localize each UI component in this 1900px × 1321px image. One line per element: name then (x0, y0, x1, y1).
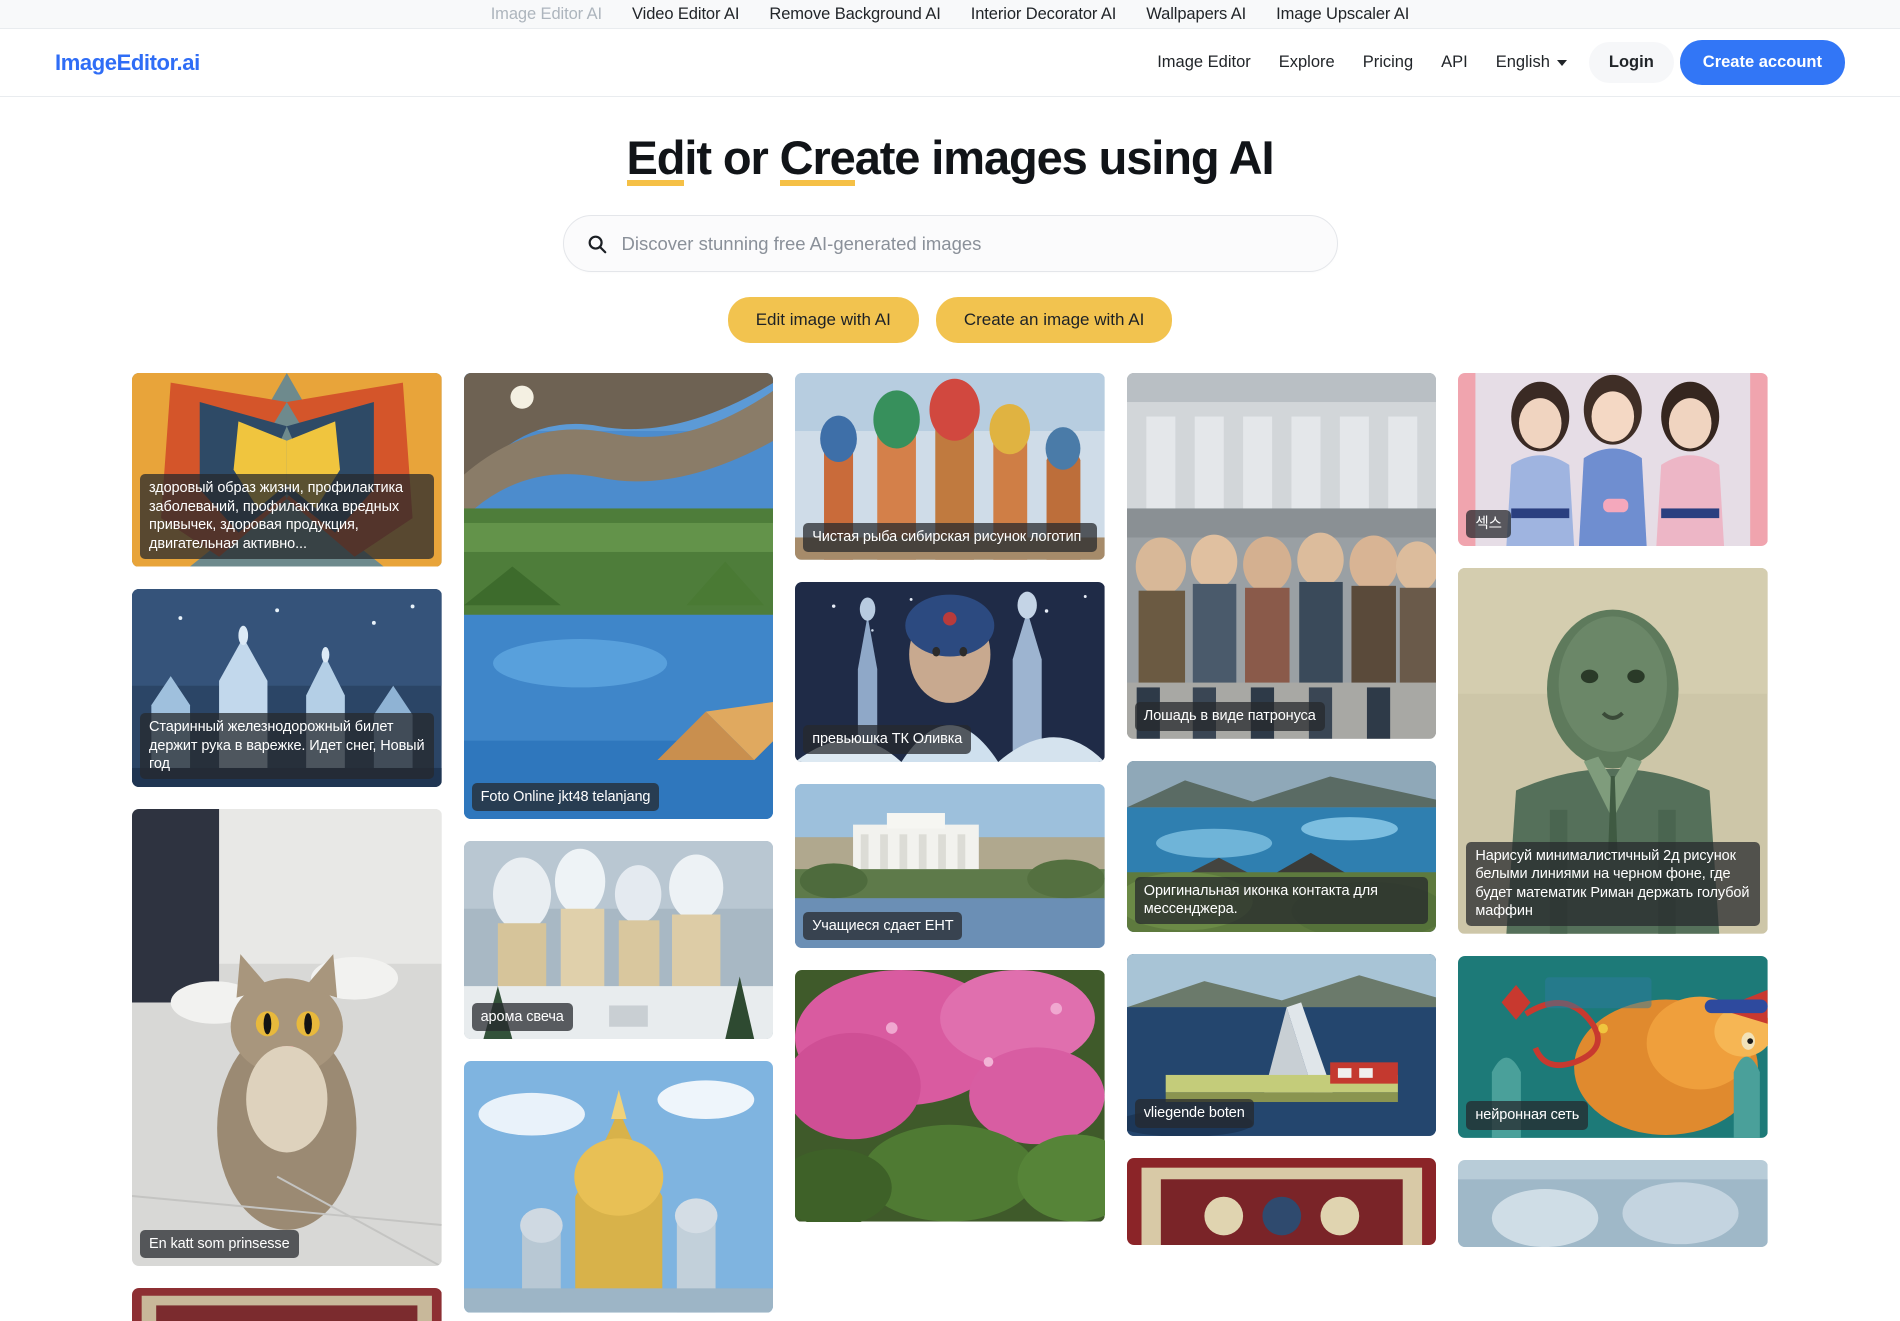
page-title: Edit or Create images using AI (0, 131, 1900, 187)
gallery-card[interactable]: En katt som prinsesse (132, 808, 442, 1267)
image-gallery: здоровый образ жизни, профилактика забол… (0, 373, 1900, 1321)
gallery-card[interactable]: превьюшка ТК Оливка (795, 581, 1105, 762)
gallery-card[interactable]: Лошадь в виде патронуса (1126, 373, 1437, 739)
card-caption: здоровый образ жизни, профилактика забол… (140, 474, 434, 559)
language-selector[interactable]: English (1482, 45, 1581, 80)
card-artwork (1458, 1159, 1768, 1247)
page-title-highlight-edit: Ed (626, 131, 685, 187)
topbar-link-wallpapers-ai[interactable]: Wallpapers AI (1146, 5, 1246, 24)
brand-logo[interactable]: ImageEditor.ai (55, 50, 200, 76)
card-artwork (795, 970, 1105, 1222)
card-caption: нейронная сеть (1466, 1101, 1589, 1130)
card-caption: 섹스 (1466, 509, 1511, 539)
card-caption: Foto Online jkt48 telanjang (471, 782, 660, 812)
gallery-column-5: 섹스 Нарисуй минималистичный 2д рисунок бе… (1458, 373, 1768, 1247)
header-nav: Image Editor Explore Pricing API English… (1143, 40, 1845, 85)
card-caption: арома свеча (471, 1002, 573, 1032)
search-icon (588, 235, 606, 253)
card-caption: Чистая рыба сибирская рисунок логотип (803, 523, 1097, 552)
gallery-card[interactable]: нейронная сеть (1458, 955, 1768, 1138)
gallery-card[interactable]: vliegende boten (1126, 953, 1437, 1136)
card-caption: Старинный железнодорожный билет держит р… (140, 713, 434, 779)
nav-item-image-editor[interactable]: Image Editor (1143, 45, 1265, 80)
nav-item-pricing[interactable]: Pricing (1349, 45, 1427, 80)
card-caption: En katt som prinsesse (140, 1229, 299, 1259)
gallery-card[interactable] (1458, 1159, 1768, 1247)
gallery-card[interactable]: Учащиеся сдает ЕНТ (795, 783, 1105, 949)
hero-section: Edit or Create images using AI Edit imag… (0, 97, 1900, 344)
topbar-link-interior-decorator-ai[interactable]: Interior Decorator AI (971, 5, 1117, 24)
gallery-card[interactable]: здоровый образ жизни, профилактика забол… (132, 373, 442, 567)
gallery-column-1: здоровый образ жизни, профилактика забол… (132, 373, 442, 1321)
card-artwork (132, 808, 442, 1267)
topbar-link-remove-background-ai[interactable]: Remove Background AI (769, 5, 940, 24)
create-account-button[interactable]: Create account (1679, 40, 1845, 85)
cta-row: Edit image with AI Create an image with … (0, 297, 1900, 344)
page-title-highlight-create: Cre (779, 131, 856, 187)
gallery-card[interactable]: Чистая рыба сибирская рисунок логотип (795, 373, 1105, 560)
nav-item-explore[interactable]: Explore (1265, 45, 1349, 80)
gallery-card[interactable]: арома свеча (463, 841, 774, 1040)
search-input[interactable] (621, 232, 1315, 255)
create-image-with-ai-button[interactable]: Create an image with AI (935, 297, 1173, 344)
gallery-column-4: Лошадь в виде патронуса Оригинальная ико… (1126, 373, 1437, 1245)
page-title-seg2: it or (684, 131, 780, 184)
topbar-link-image-editor-ai[interactable]: Image Editor AI (491, 5, 602, 24)
gallery-card[interactable]: Оригинальная иконка контакта для мессенд… (1126, 760, 1437, 932)
top-utility-bar: Image Editor AI Video Editor AI Remove B… (0, 0, 1900, 29)
card-caption: Учащиеся сдает ЕНТ (803, 911, 963, 941)
card-caption: Нарисуй минималистичный 2д рисунок белым… (1466, 841, 1760, 926)
gallery-card[interactable] (463, 1061, 774, 1313)
nav-item-api[interactable]: API (1427, 45, 1482, 80)
edit-image-with-ai-button[interactable]: Edit image with AI (727, 297, 919, 344)
card-artwork (132, 1288, 442, 1321)
card-caption: Лошадь в виде патронуса (1134, 702, 1325, 731)
gallery-card[interactable]: Foto Online jkt48 telanjang (463, 373, 774, 820)
chevron-down-icon (1556, 59, 1567, 66)
card-artwork (1126, 1157, 1437, 1245)
gallery-card[interactable]: Старинный железнодорожный билет держит р… (132, 588, 442, 787)
login-button[interactable]: Login (1588, 42, 1674, 83)
gallery-column-2: Foto Online jkt48 telanjang арома свеча (463, 373, 774, 1313)
card-artwork (463, 1061, 774, 1313)
page-title-seg4: ate images using AI (854, 131, 1275, 184)
gallery-card[interactable] (132, 1288, 442, 1321)
search-bar[interactable] (562, 215, 1338, 273)
main-header: ImageEditor.ai Image Editor Explore Pric… (0, 29, 1900, 97)
topbar-link-video-editor-ai[interactable]: Video Editor AI (632, 5, 739, 24)
gallery-card[interactable]: 섹스 (1458, 373, 1768, 547)
card-artwork (463, 373, 774, 820)
card-artwork (1126, 373, 1437, 739)
language-label: English (1495, 53, 1550, 71)
card-caption: Оригинальная иконка контакта для мессенд… (1134, 876, 1429, 924)
gallery-card[interactable] (1126, 1157, 1437, 1245)
card-caption: vliegende boten (1134, 1099, 1254, 1128)
gallery-card[interactable]: Нарисуй минималистичный 2д рисунок белым… (1458, 568, 1768, 934)
gallery-card[interactable] (795, 970, 1105, 1222)
gallery-column-3: Чистая рыба сибирская рисунок логотип пр… (795, 373, 1105, 1222)
topbar-link-image-upscaler-ai[interactable]: Image Upscaler AI (1276, 5, 1409, 24)
card-caption: превьюшка ТК Оливка (803, 725, 972, 754)
